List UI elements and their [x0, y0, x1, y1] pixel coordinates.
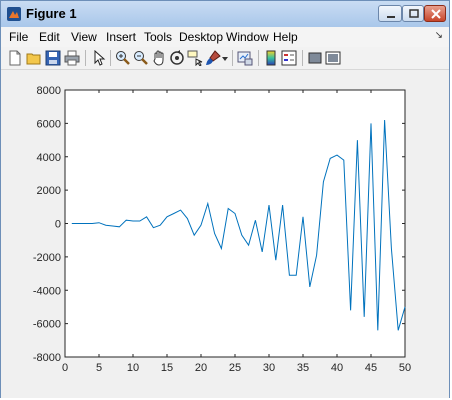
edit-plot-icon[interactable] [91, 50, 107, 66]
print-icon[interactable] [64, 50, 80, 66]
y-tick-label: 2000 [37, 185, 61, 197]
menu-tools[interactable]: Tools [144, 30, 172, 44]
zoom-out-icon[interactable] [133, 50, 149, 66]
save-icon[interactable] [45, 50, 61, 66]
rotate-3d-icon[interactable] [169, 50, 185, 66]
toolbar-separator [110, 50, 111, 66]
close-button[interactable] [424, 5, 446, 22]
link-plot-icon[interactable] [237, 50, 253, 66]
y-tick-label: 4000 [37, 152, 61, 164]
x-tick-label: 25 [229, 362, 241, 374]
y-tick-label: 0 [55, 219, 61, 231]
menu-insert[interactable]: Insert [106, 30, 136, 44]
menu-bar: File Edit View Insert Tools Desktop Wind… [1, 27, 449, 47]
x-tick-label: 20 [195, 362, 207, 374]
x-tick-label: 40 [331, 362, 343, 374]
x-tick-label: 30 [263, 362, 275, 374]
y-tick-label: -4000 [33, 285, 61, 297]
menu-overflow-icon[interactable]: ↘ [435, 30, 443, 41]
x-tick-label: 10 [127, 362, 139, 374]
brush-icon[interactable] [205, 50, 221, 66]
brush-dropdown-icon[interactable] [221, 50, 229, 66]
x-tick-label: 15 [161, 362, 173, 374]
figure-toolbar [1, 47, 449, 70]
minimize-icon [387, 16, 395, 18]
line-plot[interactable]: 0 5 10 15 20 25 30 35 40 45 50 -8000 -6000 -4000 -2000… [1, 70, 449, 398]
toolbar-separator [85, 50, 86, 66]
legend-icon[interactable] [281, 50, 297, 66]
toolbar-separator [232, 50, 233, 66]
maximize-button[interactable] [402, 5, 424, 22]
menu-view[interactable]: View [71, 30, 97, 44]
figure-window: Figure 1 File Edit View Insert Tools Des… [0, 0, 450, 398]
new-figure-icon[interactable] [7, 50, 23, 66]
toolbar-separator [302, 50, 303, 66]
x-tick-label: 0 [62, 362, 68, 374]
menu-help[interactable]: Help [273, 30, 298, 44]
menu-edit[interactable]: Edit [39, 30, 60, 44]
data-cursor-icon[interactable] [187, 50, 203, 66]
minimize-button[interactable] [378, 5, 402, 22]
close-icon [431, 9, 441, 19]
zoom-in-icon[interactable] [115, 50, 131, 66]
x-tick-label: 35 [297, 362, 309, 374]
window-title: Figure 1 [26, 6, 77, 21]
y-tick-label: -8000 [33, 352, 61, 364]
x-tick-label: 45 [365, 362, 377, 374]
menu-desktop[interactable]: Desktop [179, 30, 223, 44]
pan-icon[interactable] [151, 50, 167, 66]
x-tick-label: 50 [399, 362, 411, 374]
figure-canvas: 0 5 10 15 20 25 30 35 40 45 50 -8000 -6000 -4000 -2000… [1, 70, 449, 398]
menu-window[interactable]: Window [226, 30, 269, 44]
y-tick-label: -6000 [33, 319, 61, 331]
toolbar-separator [258, 50, 259, 66]
maximize-icon [409, 9, 419, 18]
x-tick-label: 5 [96, 362, 102, 374]
y-tick-label: 6000 [37, 118, 61, 130]
title-bar[interactable]: Figure 1 [1, 1, 449, 28]
matlab-icon [7, 7, 21, 21]
show-plot-tools-icon[interactable] [325, 50, 341, 66]
open-file-icon[interactable] [26, 50, 42, 66]
hide-plot-tools-icon[interactable] [307, 50, 323, 66]
y-tick-label: -2000 [33, 252, 61, 264]
colorbar-icon[interactable] [263, 50, 279, 66]
y-tick-label: 8000 [37, 85, 61, 97]
menu-file[interactable]: File [9, 30, 28, 44]
